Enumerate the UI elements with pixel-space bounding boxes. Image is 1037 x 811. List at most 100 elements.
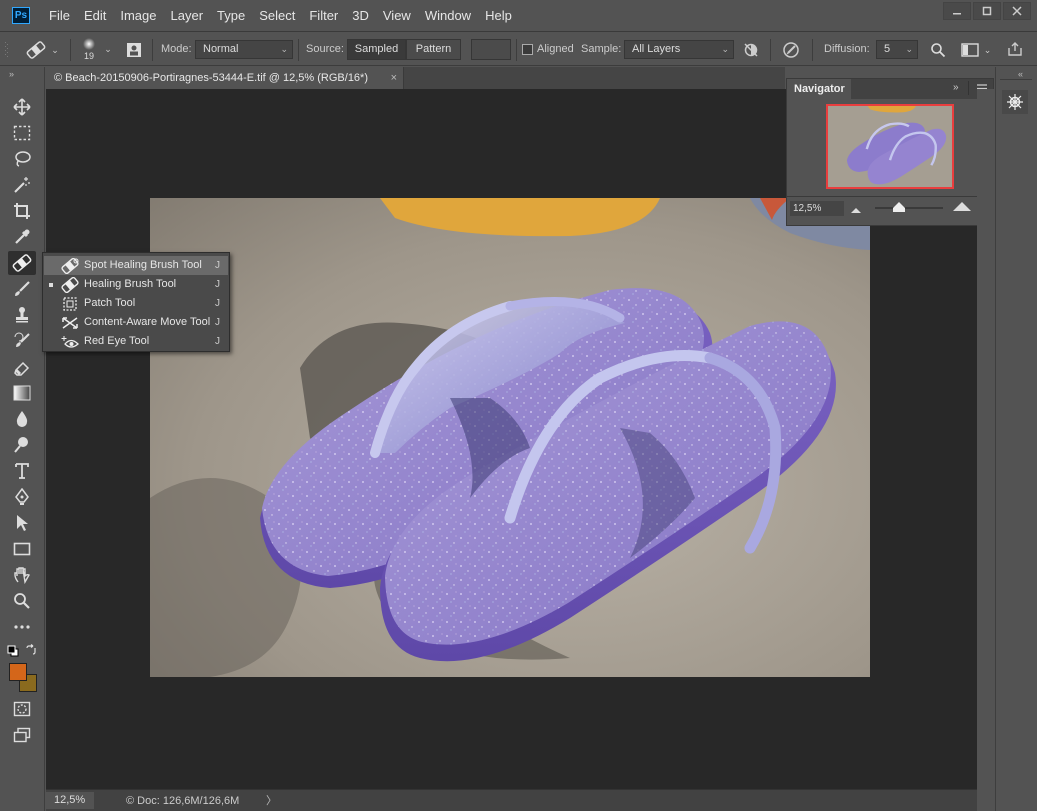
brush-icon xyxy=(15,281,30,296)
workspace-switcher[interactable]: ⌄ xyxy=(956,40,996,60)
type-icon xyxy=(15,463,29,479)
status-bar: 12,5% © Doc: 126,6M/126,6M 〉 xyxy=(46,789,977,811)
menu-image[interactable]: Image xyxy=(113,0,163,32)
navigator-thumbnail[interactable] xyxy=(826,104,954,189)
document-image[interactable] xyxy=(150,198,870,677)
navigator-preview-image xyxy=(828,106,952,187)
share-button[interactable] xyxy=(1004,38,1026,60)
screen-mode-button[interactable] xyxy=(8,723,36,747)
chevron-down-icon: ⌄ xyxy=(51,44,59,55)
quick-mask-button[interactable] xyxy=(8,697,36,721)
tool-preset-picker[interactable]: ⌄ xyxy=(20,38,64,62)
maximize-button[interactable] xyxy=(973,2,1001,20)
patch-icon xyxy=(61,295,79,312)
pressure-size-button[interactable] xyxy=(780,40,802,60)
menu-window[interactable]: Window xyxy=(418,0,478,32)
navigator-tab-row: Navigator » xyxy=(787,79,993,99)
zoom-slider-thumb[interactable] xyxy=(893,202,905,215)
default-colors-button[interactable] xyxy=(7,645,19,657)
flyout-item-label: Content-Aware Move Tool xyxy=(84,316,211,328)
hand-tool[interactable] xyxy=(8,563,36,587)
crop-tool[interactable] xyxy=(8,199,36,223)
dodge-tool[interactable] xyxy=(8,433,36,457)
foreground-color-swatch[interactable] xyxy=(9,663,27,681)
rectangle-tool[interactable] xyxy=(8,537,36,561)
history-brush-tool[interactable] xyxy=(8,329,36,353)
menu-select[interactable]: Select xyxy=(252,0,302,32)
navigator-zoom-slider[interactable] xyxy=(875,207,943,209)
source-pattern-button[interactable]: Pattern xyxy=(406,39,461,60)
document-tab[interactable]: © Beach-20150906-Portiragnes-53444-E.tif… xyxy=(46,67,404,89)
menu-layer[interactable]: Layer xyxy=(164,0,211,32)
source-label: Source: xyxy=(306,43,344,55)
clone-stamp-tool[interactable] xyxy=(8,303,36,327)
collapse-toolbar-icon[interactable]: » xyxy=(9,69,14,79)
ignore-adjustment-layers-button[interactable] xyxy=(741,41,761,59)
zoom-tool[interactable] xyxy=(8,589,36,613)
swap-colors-icon xyxy=(26,644,36,655)
zoom-level-field[interactable]: 12,5% xyxy=(46,792,94,809)
status-menu-arrow[interactable]: 〉 xyxy=(266,793,277,810)
path-selection-tool[interactable] xyxy=(8,511,36,535)
diffusion-dropdown[interactable]: 5 ⌄ xyxy=(876,40,918,59)
pen-tool[interactable] xyxy=(8,485,36,509)
flip-flops-photo xyxy=(150,198,870,677)
menu-filter[interactable]: Filter xyxy=(302,0,345,32)
flyout-item-content-aware-move[interactable]: Content-Aware Move Tool J xyxy=(44,313,228,332)
chevron-down-icon[interactable]: ⌄ xyxy=(102,42,114,56)
flyout-item-red-eye[interactable]: Red Eye Tool J xyxy=(44,332,228,351)
brush-size-picker[interactable]: 19 xyxy=(78,35,100,63)
gradient-icon xyxy=(13,385,31,401)
brush-tool[interactable] xyxy=(8,277,36,301)
menu-help[interactable]: Help xyxy=(478,0,519,32)
navigator-tab[interactable]: Navigator xyxy=(787,79,851,99)
expand-panels-icon[interactable]: « xyxy=(1018,69,1023,79)
mode-dropdown[interactable]: Normal ⌄ xyxy=(195,40,293,59)
maximize-icon xyxy=(982,6,992,16)
zoom-out-icon[interactable] xyxy=(851,204,861,216)
navigator-panel: Navigator » 12,5% xyxy=(786,78,994,226)
collapse-panel-icon[interactable]: » xyxy=(953,82,959,93)
menu-3d[interactable]: 3D xyxy=(345,0,376,32)
chevron-down-icon: ⌄ xyxy=(721,44,729,54)
document-size-info[interactable]: © Doc: 126,6M/126,6M xyxy=(126,793,239,810)
clone-source-panel-button[interactable] xyxy=(124,40,144,60)
healing-tools-flyout: Spot Healing Brush Tool J Healing Brush … xyxy=(42,252,230,352)
healing-brush-tool[interactable] xyxy=(8,251,36,275)
move-tool[interactable] xyxy=(8,95,36,119)
aligned-checkbox[interactable] xyxy=(522,44,533,55)
zoom-in-icon[interactable] xyxy=(953,202,971,214)
pattern-picker[interactable] xyxy=(471,39,511,60)
flyout-item-label: Healing Brush Tool xyxy=(84,278,177,290)
close-button[interactable] xyxy=(1003,2,1031,20)
pen-pressure-icon xyxy=(783,42,799,58)
lasso-tool[interactable] xyxy=(8,147,36,171)
chevron-down-icon: ⌄ xyxy=(280,44,288,54)
gradient-tool[interactable] xyxy=(8,381,36,405)
navigator-zoom-field[interactable]: 12,5% xyxy=(790,201,844,216)
minimize-button[interactable] xyxy=(943,2,971,20)
quick-selection-tool[interactable] xyxy=(8,173,36,197)
source-sampled-button[interactable]: Sampled xyxy=(347,39,406,60)
search-button[interactable] xyxy=(928,40,948,60)
eraser-tool[interactable] xyxy=(8,355,36,379)
swap-colors-button[interactable] xyxy=(25,644,37,656)
flyout-item-patch[interactable]: Patch Tool J xyxy=(44,294,228,313)
blur-tool[interactable] xyxy=(8,407,36,431)
menu-type[interactable]: Type xyxy=(210,0,252,32)
menu-edit[interactable]: Edit xyxy=(77,0,113,32)
menu-file[interactable]: File xyxy=(42,0,77,32)
diffusion-value: 5 xyxy=(884,43,891,55)
flyout-item-spot-healing-brush[interactable]: Spot Healing Brush Tool J xyxy=(44,256,228,275)
sample-dropdown[interactable]: All Layers ⌄ xyxy=(624,40,734,59)
arrow-cursor-icon xyxy=(17,515,28,531)
navigator-panel-button[interactable] xyxy=(1002,90,1028,114)
type-tool[interactable] xyxy=(8,459,36,483)
menu-view[interactable]: View xyxy=(376,0,418,32)
flyout-item-healing-brush[interactable]: Healing Brush Tool J xyxy=(44,275,228,294)
eyedropper-tool[interactable] xyxy=(8,225,36,249)
edit-toolbar-button[interactable] xyxy=(8,615,36,639)
marquee-tool[interactable] xyxy=(8,121,36,145)
close-tab-icon[interactable]: × xyxy=(391,67,397,89)
flyout-item-shortcut: J xyxy=(215,336,220,347)
